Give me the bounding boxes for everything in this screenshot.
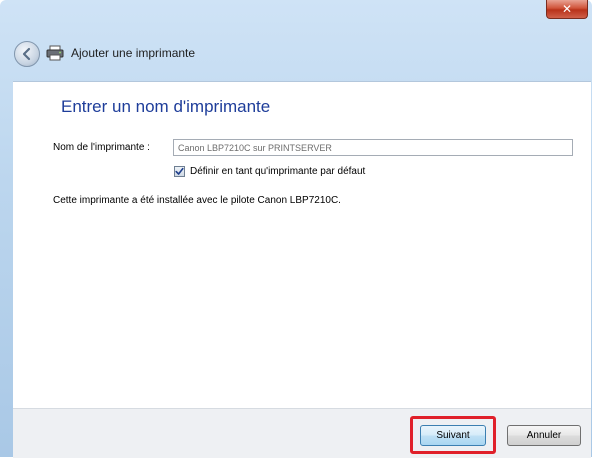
default-printer-label: Définir en tant qu'imprimante par défaut bbox=[190, 165, 366, 177]
cancel-button[interactable]: Annuler bbox=[507, 425, 581, 446]
driver-info-text: Cette imprimante a été installée avec le… bbox=[53, 195, 341, 206]
default-printer-option[interactable]: Définir en tant qu'imprimante par défaut bbox=[174, 164, 365, 178]
close-icon: ✕ bbox=[561, 2, 573, 16]
page-heading: Entrer un nom d'imprimante bbox=[61, 97, 271, 116]
wizard-footer: Suivant Annuler bbox=[13, 408, 591, 458]
printer-name-input[interactable] bbox=[173, 139, 573, 156]
back-arrow-icon bbox=[22, 47, 31, 61]
back-button[interactable] bbox=[14, 41, 40, 67]
navigation-bar: Ajouter une imprimante bbox=[0, 30, 592, 82]
printer-icon bbox=[46, 45, 64, 61]
title-bar: ✕ bbox=[0, 0, 592, 30]
add-printer-window: ✕ Ajouter une imprimante Entrer un nom d… bbox=[0, 0, 592, 458]
close-button[interactable]: ✕ bbox=[546, 0, 588, 19]
window-title: Ajouter une imprimante bbox=[71, 46, 196, 60]
checkmark-icon bbox=[175, 167, 184, 175]
wizard-content: Entrer un nom d'imprimante Nom de l'impr… bbox=[13, 81, 591, 408]
printer-name-label: Nom de l'imprimante : bbox=[53, 142, 150, 153]
next-button[interactable]: Suivant bbox=[420, 425, 486, 446]
default-printer-checkbox[interactable] bbox=[174, 165, 185, 177]
